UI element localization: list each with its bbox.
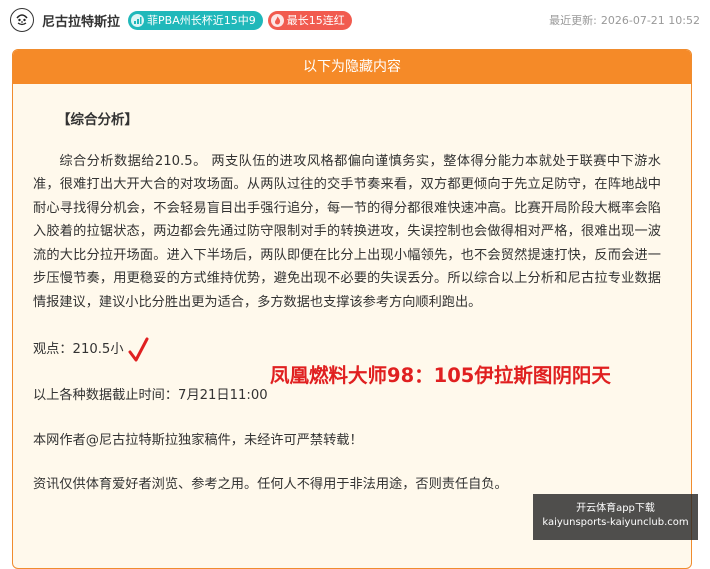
red-check-icon [128,337,149,362]
last-updated-time: 2026-07-21 10:52 [600,14,700,27]
longest-streak-label: 最长15连红 [286,13,345,27]
flame-icon [270,13,284,27]
hidden-content-panel: 以下为隐藏内容 【综合分析】 综合分析数据给210.5。 两支队伍的进攻风格都偏… [12,49,692,569]
watermark-line2: kaiyunsports-kaiyunclub.com [542,517,689,528]
article-body: 【综合分析】 综合分析数据给210.5。 两支队伍的进攻风格都偏向谨慎务实，整体… [13,109,691,497]
match-result-overlay: 凤凰燃料大师98：105伊拉斯图阴阳天 [270,364,611,387]
last-updated: 最近更新: 2026-07-21 10:52 [549,12,700,28]
recent-streak-label: 菲PBA州长杯近15中9 [147,13,256,27]
section-title: 【综合分析】 [57,112,138,128]
watermark-line1: 开云体育app下载 [576,503,655,514]
article-header: 尼古拉特斯拉 菲PBA州长杯近15中9 最长15连红 最近更新: 2026-07-… [0,0,710,40]
watermark-box[interactable]: 开云体育app下载 kaiyunsports-kaiyunclub.com [533,494,698,540]
longest-streak-badge: 最长15连红 [267,10,352,30]
copyright-notice: 本网作者@尼古拉特斯拉独家稿件，未经许可严禁转载！ [33,432,363,448]
last-updated-label: 最近更新: [549,14,597,27]
recent-streak-badge: 菲PBA州长杯近15中9 [128,10,263,30]
author-avatar[interactable] [10,8,34,32]
disclaimer: 资讯仅供体育爱好者浏览、参考之用。任何人不得用于非法用途，否则责任自负。 [33,477,508,492]
hidden-content-header: 以下为隐藏内容 [13,50,691,84]
analysis-paragraph: 综合分析数据给210.5。 两支队伍的进攻风格都偏向谨慎务实，整体得分能力本就处… [33,153,661,310]
chart-icon [131,13,145,27]
viewpoint-text: 观点：210.5小 [33,342,124,358]
author-name[interactable]: 尼古拉特斯拉 [42,11,120,30]
face-icon [16,14,28,26]
